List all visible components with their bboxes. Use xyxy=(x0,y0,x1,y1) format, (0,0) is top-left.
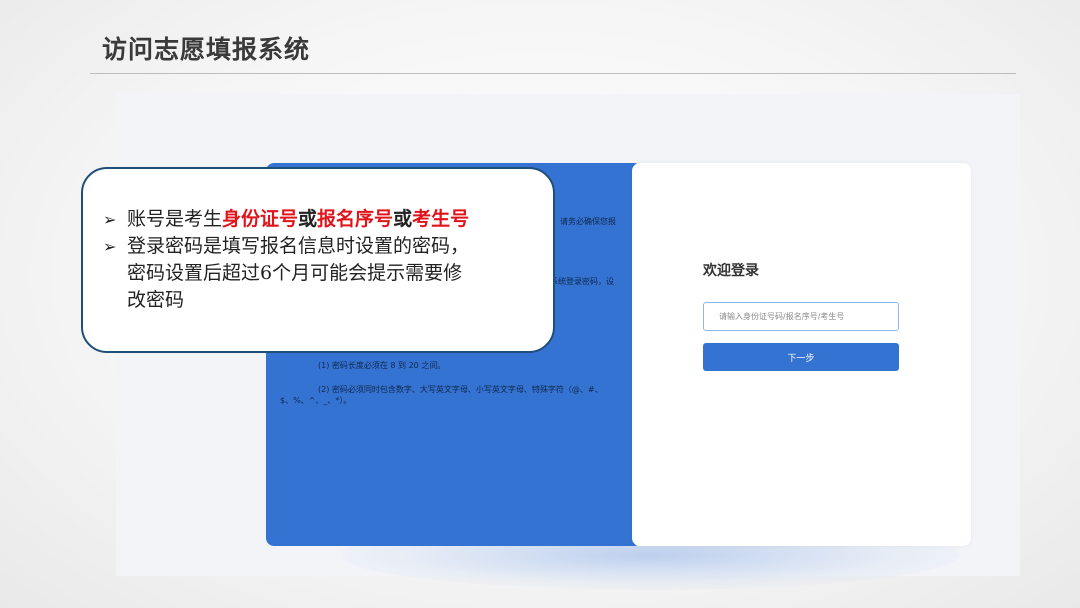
next-step-button[interactable]: 下一步 xyxy=(703,343,899,371)
connector-or: 或 xyxy=(393,208,413,230)
panel-text-fragment: 请务必确保您报 xyxy=(560,217,616,226)
bullet-arrow-icon: ➢ xyxy=(103,210,117,229)
password-rule-length: (1) 密码长度必须在 8 到 20 之间。 xyxy=(318,361,446,370)
panel-text-fragment: 系统登录密码，设 xyxy=(550,277,614,286)
bullet-text-line: 改密码 xyxy=(127,289,185,311)
bullet-text: 账号是考生 xyxy=(127,208,223,230)
slide-title: 访问志愿填报系统 xyxy=(102,35,311,64)
bullet-arrow-icon: ➢ xyxy=(103,237,117,256)
login-card: 欢迎登录 下一步 xyxy=(632,163,971,546)
password-rule-chars-cont: $、%、^、_、*）。 xyxy=(280,396,352,405)
account-input[interactable] xyxy=(703,302,899,331)
login-title: 欢迎登录 xyxy=(703,263,759,279)
title-divider xyxy=(90,73,1016,74)
highlight-id-number: 身份证号 xyxy=(222,208,299,230)
password-rule-chars: (2) 密码必须同时包含数字、大写英文字母、小写英文字母、特殊字符（@、#、 xyxy=(318,385,603,394)
highlight-exam-number: 考生号 xyxy=(412,208,470,230)
connector-or: 或 xyxy=(298,208,318,230)
tip-callout: ➢ 账号是考生身份证号或报名序号或考生号 ➢ 登录密码是填写报名信息时设置的密码… xyxy=(81,167,555,353)
bullet-text-line: 登录密码是填写报名信息时设置的密码， xyxy=(127,235,470,257)
bullet-text-line: 密码设置后超过6个月可能会提示需要修 xyxy=(127,262,463,284)
highlight-registration-number: 报名序号 xyxy=(317,208,394,230)
